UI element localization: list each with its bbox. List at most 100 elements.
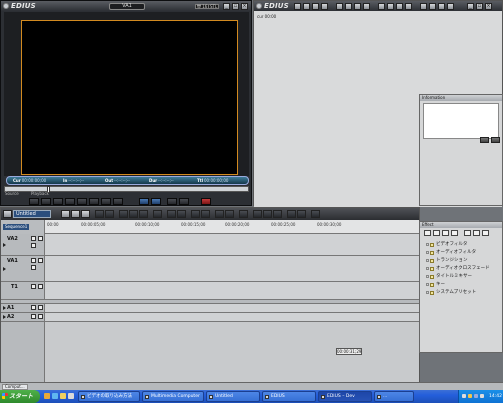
toolbar-icon[interactable] — [321, 3, 328, 10]
taskbar-button[interactable]: EDIUS — [262, 391, 316, 402]
delete-icon[interactable] — [491, 137, 500, 143]
lock-icon[interactable] — [38, 305, 43, 310]
toolbar-icon[interactable] — [345, 3, 352, 10]
effect-tree-item[interactable]: トランジション — [426, 257, 502, 265]
open-project-icon[interactable] — [71, 210, 80, 218]
export-icon[interactable] — [297, 210, 306, 218]
lock-icon[interactable] — [38, 236, 43, 241]
play-icon[interactable] — [89, 198, 99, 205]
expand-icon[interactable] — [426, 267, 429, 270]
taskbar-button-active[interactable]: EDIUS – Dev — [318, 391, 372, 402]
expand-icon[interactable] — [426, 259, 429, 262]
set-out-icon[interactable] — [41, 198, 51, 205]
effect-tree-item[interactable]: ビデオフィルタ — [426, 241, 502, 249]
expand-icon[interactable] — [426, 283, 429, 286]
track-lane[interactable] — [45, 313, 419, 321]
start-button[interactable]: スタート — [0, 390, 40, 403]
icon-view-icon[interactable] — [451, 230, 458, 236]
list-view-icon[interactable] — [442, 230, 449, 236]
toolbar-icon[interactable] — [396, 3, 403, 10]
player-channel-tab[interactable]: VA1 — [109, 3, 145, 10]
tray-icon[interactable] — [474, 394, 478, 398]
toolbar-icon[interactable] — [354, 3, 361, 10]
effect-tree-item[interactable]: オーディオフィルタ — [426, 249, 502, 257]
taskbar-button[interactable]: ... — [374, 391, 414, 402]
video-mute-icon[interactable] — [31, 284, 36, 289]
up-folder-icon[interactable] — [464, 230, 471, 236]
delete-icon[interactable] — [473, 230, 480, 236]
expand-icon[interactable] — [426, 243, 429, 246]
properties-icon[interactable] — [480, 137, 489, 143]
track-lane[interactable] — [45, 234, 419, 255]
toolbar-icon[interactable] — [303, 3, 310, 10]
sequence-label[interactable]: Sequence1 — [3, 224, 29, 230]
sequence-tab[interactable]: Untitled — [13, 210, 51, 218]
snap-icon[interactable] — [253, 210, 262, 218]
delete-clip-icon[interactable] — [191, 210, 200, 218]
expand-icon[interactable] — [3, 243, 6, 247]
toolbar-icon[interactable] — [387, 3, 394, 10]
timeline-ruler[interactable]: 00:00 00:00:05;00 00:00:10;00 00:00:15;0… — [45, 220, 419, 234]
ripple-icon[interactable] — [153, 210, 162, 218]
volume-icon[interactable] — [480, 394, 484, 398]
save-project-icon[interactable] — [81, 210, 90, 218]
insert-icon[interactable] — [139, 198, 149, 205]
overwrite-icon[interactable] — [151, 198, 161, 205]
redo-icon[interactable] — [105, 210, 114, 218]
fast-forward-icon[interactable] — [101, 198, 111, 205]
effect-tree-item[interactable]: オーディオクロスフェード — [426, 265, 502, 273]
video-mute-icon[interactable] — [31, 258, 36, 263]
toolbar-icon[interactable] — [438, 3, 445, 10]
prev-frame-icon[interactable] — [53, 198, 63, 205]
toolbar-icon[interactable] — [447, 3, 454, 10]
expand-icon[interactable] — [3, 306, 6, 310]
timeline-empty-area[interactable] — [45, 322, 419, 384]
restore-icon[interactable]: ▫ — [476, 3, 483, 10]
toolbar-icon[interactable] — [405, 3, 412, 10]
quicklaunch-icon[interactable] — [44, 393, 50, 399]
play-around-icon[interactable] — [179, 198, 189, 205]
track-lane[interactable] — [45, 282, 419, 299]
overwrite-mode-icon[interactable] — [167, 210, 176, 218]
zoom-in-icon[interactable] — [263, 210, 272, 218]
tree-view-icon[interactable] — [424, 230, 431, 236]
taskbar-button[interactable]: ビデオの取り込み方法 — [78, 391, 140, 402]
toolbar-icon[interactable] — [363, 3, 370, 10]
loop-icon[interactable] — [167, 198, 177, 205]
stop-icon[interactable] — [77, 198, 87, 205]
taskbar-button[interactable]: Untitled — [206, 391, 260, 402]
close-icon[interactable]: × — [241, 3, 248, 10]
audio-mute-icon[interactable] — [31, 243, 36, 248]
timeline-menu-icon[interactable] — [3, 210, 12, 218]
lock-icon[interactable] — [38, 314, 43, 319]
split-icon[interactable] — [201, 210, 210, 218]
tray-icon[interactable] — [462, 394, 466, 398]
audio-mute-icon[interactable] — [31, 314, 36, 319]
expand-icon[interactable] — [3, 315, 6, 319]
track-lane[interactable] — [45, 304, 419, 312]
properties-icon[interactable] — [482, 230, 489, 236]
effect-tree-item[interactable]: キー — [426, 281, 502, 289]
quicklaunch-icon[interactable] — [68, 393, 74, 399]
toolbar-icon[interactable] — [294, 3, 301, 10]
effect-tree-item[interactable]: タイトルミキサー — [426, 273, 502, 281]
zoom-out-icon[interactable] — [273, 210, 282, 218]
expand-icon[interactable] — [426, 291, 429, 294]
copy-icon[interactable] — [129, 210, 138, 218]
folder-icon[interactable] — [433, 230, 440, 236]
undo-icon[interactable] — [95, 210, 104, 218]
quicklaunch-icon[interactable] — [52, 393, 58, 399]
expand-icon[interactable] — [426, 251, 429, 254]
audio-mute-icon[interactable] — [31, 265, 36, 270]
quicklaunch-icon[interactable] — [60, 393, 66, 399]
record-icon[interactable] — [201, 198, 211, 205]
toolbar-icon[interactable] — [378, 3, 385, 10]
settings-icon[interactable] — [311, 210, 320, 218]
effect-tree-item[interactable]: システムプリセット — [426, 289, 502, 297]
audio-mute-icon[interactable] — [31, 305, 36, 310]
add-marker-icon[interactable] — [215, 210, 224, 218]
track-lane[interactable] — [45, 256, 419, 281]
paste-icon[interactable] — [139, 210, 148, 218]
expand-icon[interactable] — [426, 275, 429, 278]
rewind-icon[interactable] — [65, 198, 75, 205]
